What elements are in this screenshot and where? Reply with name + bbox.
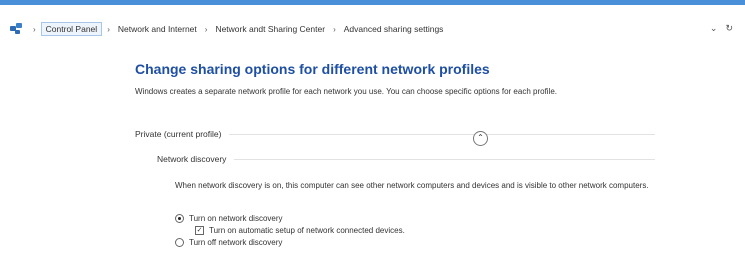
divider (229, 133, 655, 135)
collapse-icon[interactable]: ⌃ (473, 131, 488, 146)
checkbox-checked-icon[interactable]: ✓ (195, 226, 204, 235)
network-discovery-label: Network discovery (157, 154, 227, 164)
network-discovery-description: When network discovery is on, this compu… (175, 181, 649, 190)
option-label[interactable]: Turn on automatic setup of network conne… (209, 226, 405, 235)
radio-off-icon[interactable] (175, 238, 184, 247)
turn-off-discovery-option[interactable]: Turn off network discovery (175, 238, 282, 247)
page-title: Change sharing options for different net… (135, 61, 490, 77)
breadcrumb-network-sharing-center[interactable]: Network andt Sharing Center (212, 23, 328, 35)
chevron-down-icon[interactable]: ⌄ (710, 23, 718, 34)
breadcrumb-separator: › (107, 24, 110, 34)
refresh-icon[interactable]: ↻ (725, 23, 733, 34)
breadcrumb: › Control Panel › Network and Internet ›… (10, 21, 446, 37)
breadcrumb-separator: › (204, 24, 208, 34)
breadcrumb-advanced-sharing[interactable]: Advanced sharing settings (341, 23, 447, 35)
auto-setup-option[interactable]: ✓ Turn on automatic setup of network con… (195, 226, 405, 235)
option-label[interactable]: Turn off network discovery (189, 238, 282, 247)
main-content: Change sharing options for different net… (135, 60, 655, 247)
address-controls: ⌄ ↻ (710, 23, 733, 34)
option-label[interactable]: Turn on network discovery (189, 214, 283, 223)
breadcrumb-separator: › (33, 24, 36, 34)
breadcrumb-separator: › (333, 24, 336, 34)
radio-on-icon[interactable] (175, 214, 184, 223)
breadcrumb-control-panel[interactable]: Control Panel (40, 22, 103, 36)
page-description: Windows creates a separate network profi… (135, 87, 558, 96)
turn-on-discovery-option[interactable]: Turn on network discovery (175, 214, 283, 223)
divider (234, 158, 655, 160)
address-bar[interactable]: › Control Panel › Network and Internet ›… (0, 5, 745, 49)
breadcrumb-network-internet[interactable]: Network and Internet (115, 23, 200, 35)
network-icon (10, 23, 24, 35)
profile-label: Private (current profile) (135, 129, 222, 139)
profile-header[interactable]: Private (current profile) (135, 129, 655, 139)
network-discovery-header: Network discovery (157, 154, 655, 164)
